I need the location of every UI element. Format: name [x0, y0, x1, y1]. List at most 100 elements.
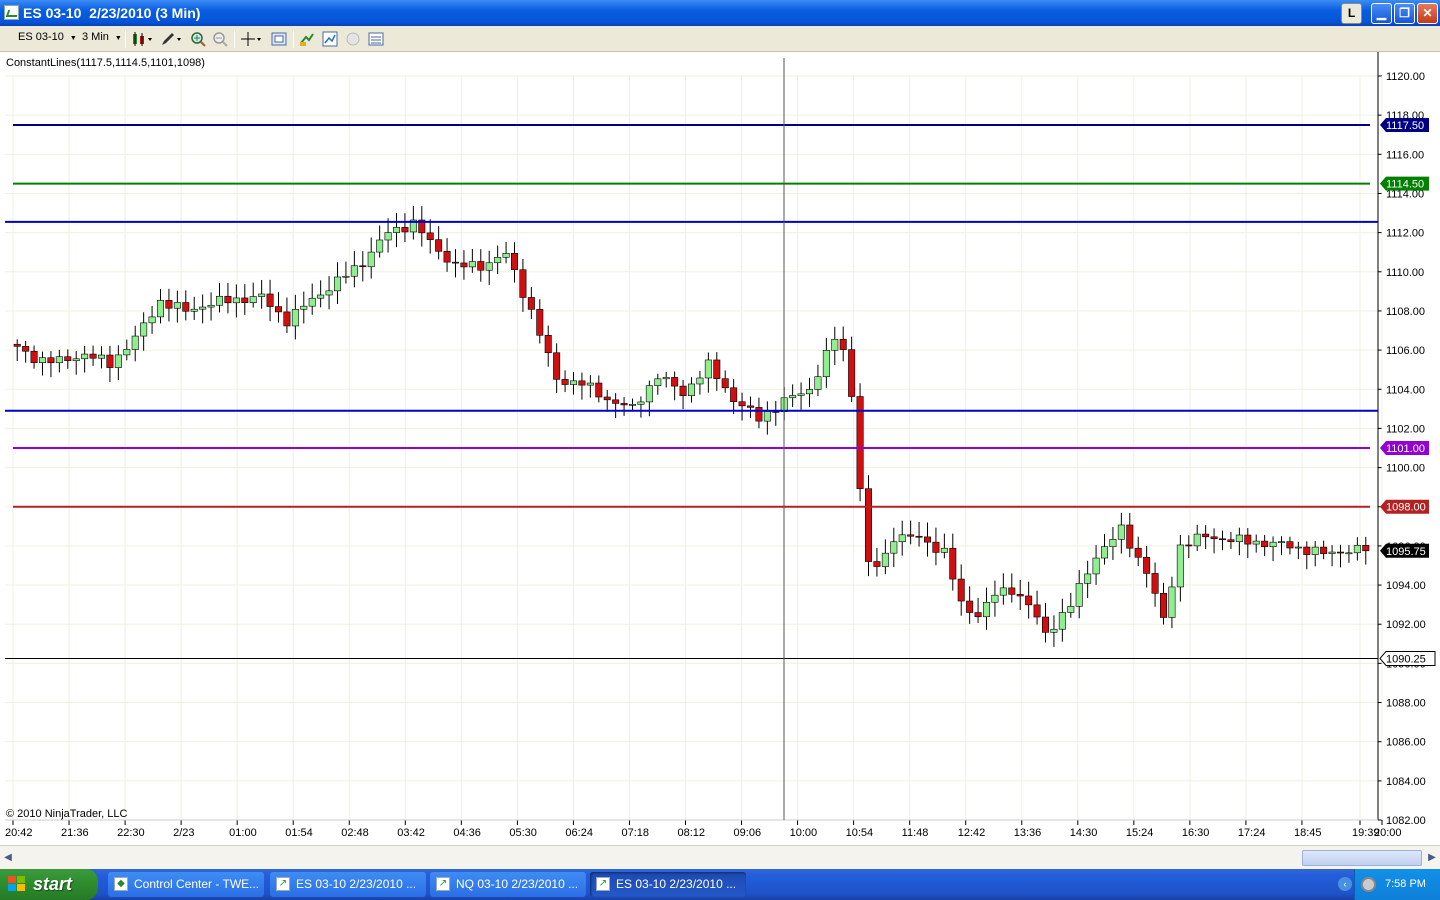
pencil-icon[interactable]: [160, 31, 184, 47]
taskbar-button[interactable]: ↗ ES 03-10 2/23/2010 ...: [590, 872, 746, 897]
y-axis-label: 1084.00: [1386, 776, 1426, 788]
chart-toolbar: ES 03-10 ▼ 3 Min ▼: [0, 26, 1440, 52]
candle-up: [797, 393, 805, 396]
candle-up: [645, 385, 653, 403]
candle-down: [915, 535, 923, 538]
candle-down: [224, 295, 232, 304]
zoom-in-icon[interactable]: [190, 31, 206, 47]
taskbar-button-label: ES 03-10 2/23/2010 ...: [616, 877, 737, 891]
zoom-out-icon[interactable]: [212, 31, 228, 47]
taskbar-button[interactable]: ◆ Control Center - TWE...: [108, 872, 264, 897]
candlestick-icon[interactable]: [131, 31, 155, 47]
candle-down: [1008, 587, 1016, 595]
circle-icon[interactable]: [345, 31, 361, 47]
price-chart[interactable]: 1120.001118.001116.001114.001112.001110.…: [0, 52, 1440, 845]
tray-expand-icon[interactable]: ‹: [1338, 877, 1352, 891]
candle-up: [687, 383, 696, 396]
x-axis-label: 16:30: [1182, 827, 1210, 839]
candle-down: [923, 536, 932, 543]
constant-line-label: 1117.50: [1386, 120, 1424, 132]
x-axis-label: 21:36: [61, 827, 89, 839]
horizontal-scrollbar[interactable]: ◀ ▶: [0, 845, 1440, 869]
toolbar-separator: [293, 30, 294, 48]
candle-up: [1168, 586, 1176, 618]
data-box-icon[interactable]: [368, 31, 384, 47]
last-price-label: 1095.75: [1386, 546, 1426, 558]
indicator-icon[interactable]: [322, 31, 338, 47]
candle-up: [291, 309, 299, 327]
x-axis-label: 01:54: [285, 827, 313, 839]
window-title-bar[interactable]: ES 03-10 2/23/2010 (3 Min) L ▁ ❐ ✕: [0, 0, 1440, 26]
candle-down: [1033, 604, 1041, 618]
candle-down: [957, 578, 965, 602]
y-axis-label: 1110.00: [1386, 267, 1424, 279]
y-axis-label: 1088.00: [1386, 698, 1426, 710]
candle-down: [544, 335, 552, 354]
candle-down: [30, 350, 38, 363]
chart-window-icon: ↗: [596, 877, 610, 891]
candle-up: [1277, 541, 1286, 543]
candle-up: [991, 594, 999, 603]
x-axis-label: 07:18: [621, 827, 649, 839]
toolbar-separator: [234, 30, 235, 48]
constant-line-label: 1098.00: [1386, 502, 1426, 514]
candle-down: [1143, 556, 1151, 574]
network-icon[interactable]: [1361, 877, 1376, 892]
candle-up: [173, 302, 181, 309]
candle-down: [510, 253, 519, 271]
instrument-selector[interactable]: ES 03-10 ▼: [18, 31, 77, 43]
candle-up: [696, 377, 704, 385]
scroll-right-arrow-icon[interactable]: ▶: [1424, 850, 1440, 866]
candle-up: [376, 239, 384, 253]
candle-down: [848, 349, 856, 397]
close-button[interactable]: ✕: [1417, 3, 1438, 24]
candle-up: [569, 380, 578, 385]
strategy-icon[interactable]: [299, 31, 315, 47]
candle-up: [1092, 557, 1100, 575]
candle-up: [890, 541, 898, 554]
scrollbar-thumb[interactable]: [1302, 850, 1422, 866]
candle-up: [494, 256, 502, 264]
candle-down: [561, 379, 569, 385]
properties-icon[interactable]: [271, 31, 287, 47]
crosshair-icon[interactable]: [240, 31, 264, 47]
start-button[interactable]: start: [0, 869, 98, 900]
maximize-button[interactable]: ❐: [1394, 3, 1415, 24]
candle-up: [1058, 612, 1066, 630]
candle-up: [140, 322, 148, 337]
candle-up: [258, 293, 266, 297]
candle-up: [999, 587, 1007, 596]
system-tray: 7:58 PM: [1354, 869, 1440, 900]
candle-down: [451, 261, 460, 264]
candle-down: [519, 269, 527, 298]
taskbar-button[interactable]: ↗ NQ 03-10 2/23/2010 ...: [430, 872, 586, 897]
candle-up: [485, 262, 493, 271]
x-axis-label: 20:42: [5, 827, 33, 839]
candle-up: [1067, 606, 1075, 613]
candle-up: [1235, 534, 1243, 543]
candle-down: [1286, 541, 1294, 549]
layout-button[interactable]: L: [1341, 3, 1362, 24]
chart-area[interactable]: 1120.00 1118.00 1116.00 1114.00 1112.00 1110.…: [0, 52, 1440, 845]
candle-up: [704, 359, 712, 379]
candle-down: [1134, 547, 1142, 558]
candle-down: [1025, 595, 1033, 606]
x-axis-label: 02:48: [341, 827, 369, 839]
taskbar-button[interactable]: ↗ ES 03-10 2/23/2010 ...: [270, 872, 426, 897]
scroll-left-arrow-icon[interactable]: ◀: [0, 850, 16, 866]
candle-up: [333, 276, 342, 292]
candle-up: [207, 304, 215, 308]
x-axis-label: 05:30: [509, 827, 537, 839]
candle-down: [1126, 524, 1134, 549]
candle-down: [460, 262, 468, 268]
candle-down: [241, 297, 249, 303]
candle-up: [38, 357, 47, 363]
candle-up: [55, 356, 63, 364]
y-axis-label: 1100.00: [1386, 463, 1425, 475]
minimize-button[interactable]: ▁: [1371, 3, 1392, 24]
candle-down: [1210, 536, 1218, 540]
x-axis-label: 09:06: [734, 827, 762, 839]
x-axis-label: 15:24: [1126, 827, 1154, 839]
interval-selector[interactable]: 3 Min ▼: [82, 31, 122, 43]
candle-down: [932, 541, 940, 553]
